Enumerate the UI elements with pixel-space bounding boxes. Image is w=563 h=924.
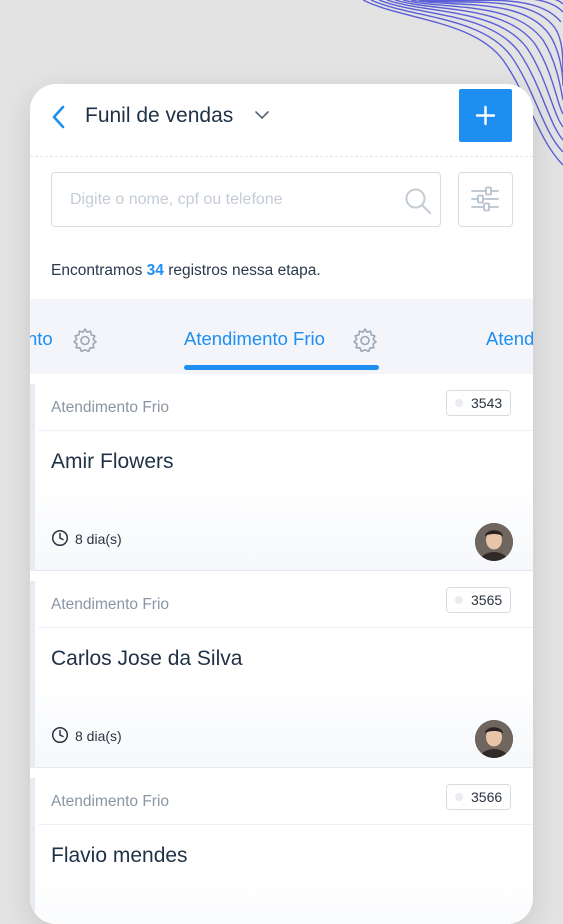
avatar[interactable] xyxy=(475,523,513,561)
summary-suffix: registros nessa etapa. xyxy=(168,262,321,279)
sliders-icon xyxy=(471,186,499,212)
card-time-text: 8 dia(s) xyxy=(75,531,122,547)
card-id-badge: 3566 xyxy=(446,784,511,810)
card-stage: Atendimento Frio xyxy=(51,399,170,416)
card-stage: Atendimento Frio xyxy=(51,596,170,613)
avatar[interactable] xyxy=(475,720,513,758)
add-button[interactable] xyxy=(459,89,512,142)
card-accent-bar xyxy=(30,581,35,768)
card-stage: Atendimento Frio xyxy=(51,793,170,810)
card-id: 3565 xyxy=(471,592,503,608)
search-input[interactable] xyxy=(68,187,382,213)
stage-tabs: nto Atendimento Frio Atend xyxy=(30,299,533,374)
search-box xyxy=(51,172,441,227)
lead-card[interactable]: Atendimento Frio 3543 Amir Flowers 8 dia… xyxy=(30,374,533,571)
page-title[interactable]: Funil de vendas xyxy=(85,103,233,129)
card-accent-bar xyxy=(30,778,35,924)
card-divider xyxy=(38,430,533,431)
status-dot xyxy=(455,399,463,407)
status-dot xyxy=(455,596,463,604)
chevron-left-icon[interactable] xyxy=(48,102,72,132)
lead-name: Flavio mendes xyxy=(51,844,188,867)
status-dot xyxy=(455,793,463,801)
card-id-badge: 3565 xyxy=(446,587,511,613)
card-id: 3543 xyxy=(471,395,503,411)
plus-icon xyxy=(475,105,496,126)
tab-atendimento-frio[interactable]: Atendimento Frio xyxy=(184,299,384,374)
header-divider xyxy=(30,156,533,157)
active-tab-indicator xyxy=(184,365,379,370)
card-divider xyxy=(38,627,533,628)
card-time-text: 8 dia(s) xyxy=(75,728,122,744)
lead-card[interactable]: Atendimento Frio 3566 Flavio mendes xyxy=(30,768,533,924)
lead-card[interactable]: Atendimento Frio 3565 Carlos Jose da Sil… xyxy=(30,571,533,768)
clock-icon xyxy=(51,726,69,744)
app-screen: Funil de vendas Encontramos xyxy=(30,84,533,924)
lead-name: Amir Flowers xyxy=(51,450,174,473)
card-id: 3566 xyxy=(471,789,503,805)
clock-icon xyxy=(51,529,69,547)
tab-label: nto xyxy=(30,328,53,349)
card-id-badge: 3543 xyxy=(446,390,511,416)
results-summary: Encontramos 34 registros nessa etapa. xyxy=(51,262,321,280)
tab-previous-stage[interactable]: nto xyxy=(30,299,110,374)
results-count: 34 xyxy=(146,262,164,279)
lead-list: Atendimento Frio 3543 Amir Flowers 8 dia… xyxy=(30,374,533,924)
avatar-image xyxy=(475,720,513,758)
summary-prefix: Encontramos xyxy=(51,262,143,279)
card-accent-bar xyxy=(30,384,35,571)
filter-button[interactable] xyxy=(458,172,513,227)
tab-label: Atendimento Frio xyxy=(184,328,325,349)
gear-icon[interactable] xyxy=(352,327,378,353)
search-icon[interactable] xyxy=(404,187,432,215)
tab-label: Atend xyxy=(486,328,533,349)
card-divider xyxy=(38,824,533,825)
lead-name: Carlos Jose da Silva xyxy=(51,647,243,670)
avatar-image xyxy=(475,523,513,561)
gear-icon[interactable] xyxy=(72,327,98,353)
chevron-down-icon[interactable] xyxy=(254,109,270,121)
header: Funil de vendas xyxy=(30,84,533,156)
tab-next-stage[interactable]: Atend xyxy=(486,299,533,374)
